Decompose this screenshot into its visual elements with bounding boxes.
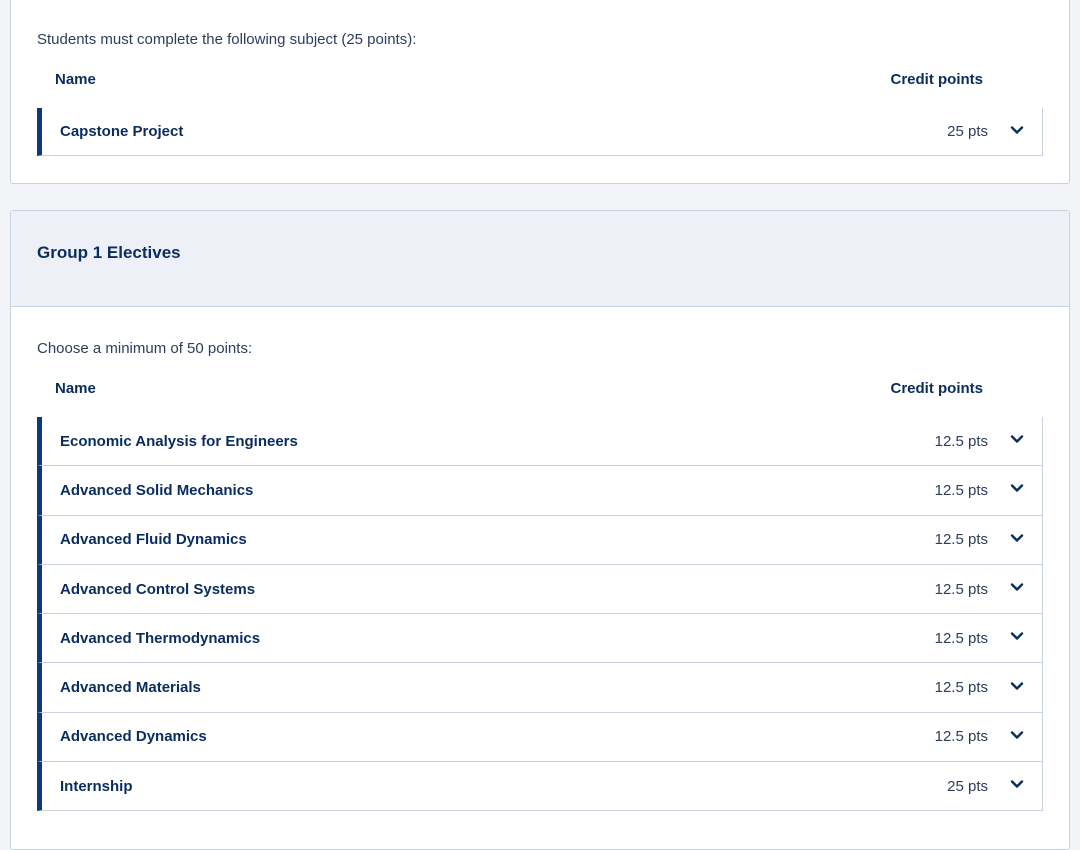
subject-name: Capstone Project: [60, 123, 184, 140]
chevron-down-icon[interactable]: [1010, 580, 1024, 594]
subject-name: Economic Analysis for Engineers: [60, 432, 298, 450]
subject-row[interactable]: Advanced Solid Mechanics 12.5 pts: [37, 466, 1042, 516]
subject-credit-points: 25 pts: [947, 123, 988, 140]
chevron-down-icon[interactable]: [1010, 728, 1024, 742]
subject-credit-points: 12.5 pts: [934, 432, 988, 450]
subject-name: Advanced Thermodynamics: [60, 629, 261, 647]
chevron-down-icon[interactable]: [1010, 679, 1024, 693]
subject-row[interactable]: Advanced Dynamics 12.5 pts: [37, 712, 1042, 763]
group1-column-headers: Name Credit points: [55, 380, 999, 402]
subject-row[interactable]: Advanced Materials 12.5 pts: [37, 663, 1042, 713]
subject-credit-points: 12.5 pts: [934, 728, 988, 746]
subject-row[interactable]: Economic Analysis for Engineers 12.5 pts: [37, 417, 1042, 467]
column-header-name: Name: [55, 71, 96, 88]
subject-credit-points: 12.5 pts: [934, 679, 988, 697]
group1-subject-table: Economic Analysis for Engineers 12.5 pts…: [37, 417, 1043, 812]
core-column-headers: Name Credit points: [55, 71, 999, 93]
subject-credit-points: 12.5 pts: [934, 580, 988, 598]
group1-title: Group 1 Electives: [37, 243, 181, 262]
group1-intro-text: Choose a minimum of 50 points:: [37, 340, 253, 357]
core-intro-text: Students must complete the following sub…: [37, 31, 417, 48]
column-header-credit-points: Credit points: [890, 71, 984, 88]
group1-header: Group 1 Electives: [11, 211, 1069, 307]
chevron-down-icon[interactable]: [1010, 629, 1024, 643]
subject-name: Advanced Dynamics: [60, 728, 207, 746]
subject-credit-points: 12.5 pts: [934, 481, 988, 499]
column-header-credit-points: Credit points: [890, 380, 984, 397]
column-header-name: Name: [55, 380, 96, 397]
subject-row[interactable]: Advanced Control Systems 12.5 pts: [37, 564, 1042, 615]
subject-row[interactable]: Advanced Fluid Dynamics 12.5 pts: [37, 515, 1042, 565]
group1-electives-card: Group 1 Electives Choose a minimum of 50…: [10, 210, 1070, 850]
subject-row-capstone-project[interactable]: Capstone Project 25 pts: [37, 108, 1042, 156]
subject-name: Advanced Solid Mechanics: [60, 481, 254, 499]
subject-credit-points: 12.5 pts: [934, 531, 988, 549]
subject-credit-points: 25 pts: [947, 777, 988, 795]
chevron-down-icon[interactable]: [1010, 432, 1024, 446]
subject-name: Advanced Materials: [60, 679, 201, 697]
subject-row[interactable]: Advanced Thermodynamics 12.5 pts: [37, 614, 1042, 664]
subject-row[interactable]: Internship 25 pts: [37, 762, 1042, 812]
chevron-down-icon[interactable]: [1010, 777, 1024, 791]
subject-name: Advanced Control Systems: [60, 580, 256, 598]
subject-name: Internship: [60, 777, 133, 795]
core-subjects-card: Students must complete the following sub…: [10, 0, 1070, 184]
subject-name: Advanced Fluid Dynamics: [60, 531, 247, 549]
core-subject-table: Capstone Project 25 pts: [37, 108, 1043, 156]
chevron-down-icon[interactable]: [1010, 123, 1024, 137]
subject-credit-points: 12.5 pts: [934, 629, 988, 647]
chevron-down-icon[interactable]: [1010, 481, 1024, 495]
chevron-down-icon[interactable]: [1010, 531, 1024, 545]
